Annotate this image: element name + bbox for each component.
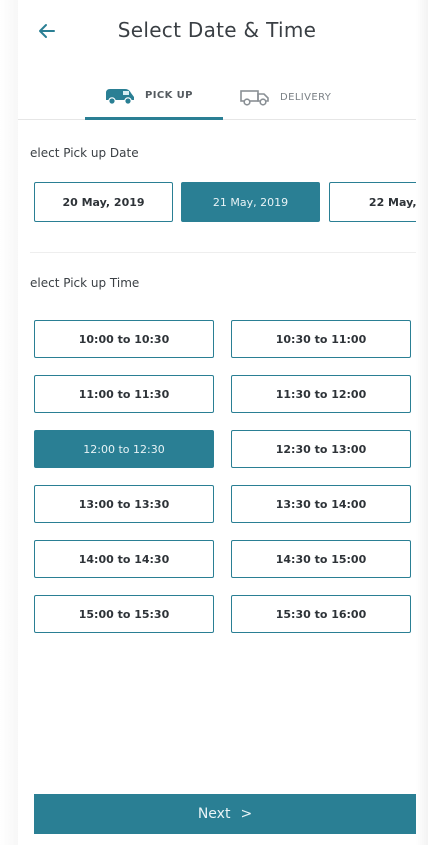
time-slot[interactable]: 15:00 to 15:30 (34, 595, 214, 633)
pickup-time-label: elect Pick up Time (30, 276, 140, 290)
next-button-label: Next (197, 806, 231, 822)
time-slot[interactable]: 10:00 to 10:30 (34, 320, 214, 358)
pickup-date-label: elect Pick up Date (30, 146, 139, 160)
tab-pickup[interactable]: PICK UP (85, 74, 223, 120)
date-chip[interactable]: 22 May, 2 (329, 182, 416, 222)
time-slot[interactable]: 15:30 to 16:00 (231, 595, 411, 633)
delivery-truck-icon (238, 86, 272, 108)
time-slot-selected[interactable]: 12:00 to 12:30 (34, 430, 214, 468)
screen: Select Date & Time PICK UP DELIVERY elec… (0, 0, 428, 845)
time-slot[interactable]: 12:30 to 13:00 (231, 430, 411, 468)
date-chip-selected[interactable]: 21 May, 2019 (181, 182, 320, 222)
header: Select Date & Time (18, 0, 416, 66)
section-divider (30, 252, 416, 253)
date-chip-row[interactable]: 20 May, 2019 21 May, 2019 22 May, 2 (34, 182, 416, 222)
time-slot[interactable]: 11:00 to 11:30 (34, 375, 214, 413)
time-slot[interactable]: 10:30 to 11:00 (231, 320, 411, 358)
tab-delivery-label: DELIVERY (280, 91, 332, 103)
tab-delivery[interactable]: DELIVERY (238, 74, 388, 120)
next-button[interactable]: Next > (34, 794, 416, 834)
tab-pickup-label: PICK UP (145, 90, 193, 101)
tab-bar: PICK UP DELIVERY (18, 74, 416, 120)
time-slot[interactable]: 11:30 to 12:00 (231, 375, 411, 413)
right-edge-shadow (416, 0, 428, 845)
left-edge-shadow (0, 0, 18, 845)
time-slot[interactable]: 13:00 to 13:30 (34, 485, 214, 523)
time-slot[interactable]: 13:30 to 14:00 (231, 485, 411, 523)
chevron-right-icon: > (240, 806, 253, 822)
page-title: Select Date & Time (117, 18, 317, 42)
time-slot[interactable]: 14:30 to 15:00 (231, 540, 411, 578)
date-chip[interactable]: 20 May, 2019 (34, 182, 173, 222)
time-slot[interactable]: 14:00 to 14:30 (34, 540, 214, 578)
pickup-van-icon (103, 85, 137, 107)
